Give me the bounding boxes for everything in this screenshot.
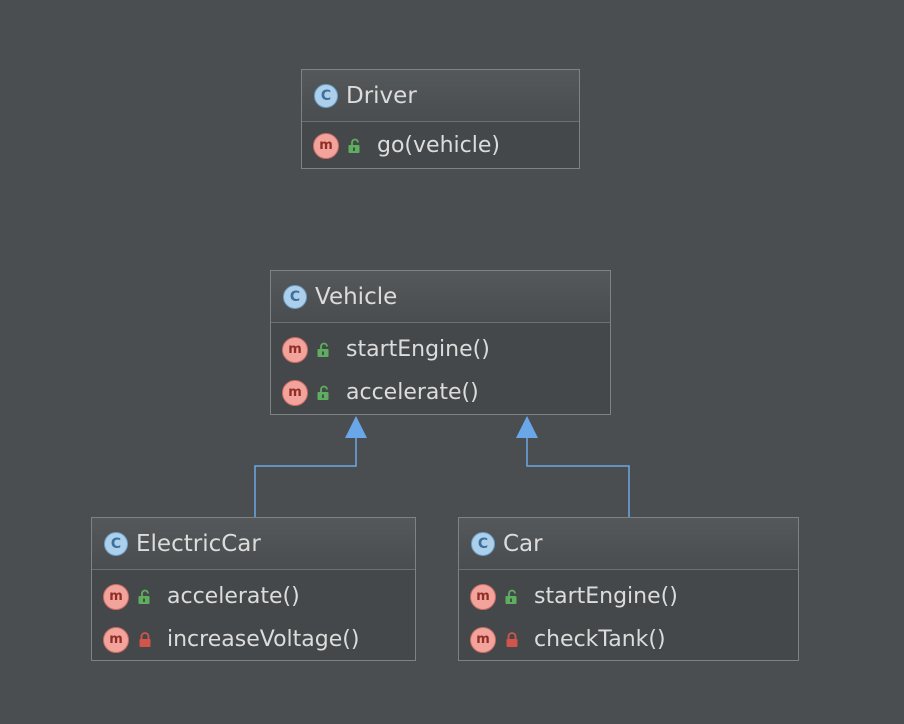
lock-icon [135,630,155,650]
unlock-icon [314,340,334,360]
method-icon: m [103,583,129,610]
method-row[interactable]: m go(vehicle) [302,124,579,167]
method-row[interactable]: m startEngine() [459,575,798,618]
inheritance-arrowhead [516,416,538,438]
method-label: go(vehicle) [377,133,500,158]
class-header: C Vehicle [271,271,610,323]
class-icon: C [104,531,128,556]
method-label: startEngine() [346,337,490,362]
class-icon: C [471,531,495,556]
class-icon: C [283,284,307,309]
method-icon: m [103,626,129,653]
unlock-icon [502,587,522,607]
unlock-icon [314,383,334,403]
class-header: C Car [459,518,798,570]
edge-car-to-vehicle [516,416,630,517]
method-label: checkTank() [534,627,666,652]
method-icon: m [470,626,496,653]
method-list: m startEngine() m checkTank() [459,570,798,661]
class-icon: C [314,83,338,108]
uml-class-diagram: C Driver m go(vehicle) C Vehicle m start… [0,0,904,724]
class-header: C Driver [302,70,579,122]
method-label: accelerate() [346,380,479,405]
method-icon: m [282,379,308,406]
method-row[interactable]: m accelerate() [271,371,610,414]
unlock-icon [135,587,155,607]
method-row[interactable]: m accelerate() [92,575,415,618]
method-row[interactable]: m increaseVoltage() [92,618,415,661]
class-driver[interactable]: C Driver m go(vehicle) [301,69,580,169]
method-list: m startEngine() m accelerate() [271,323,610,414]
class-name: ElectricCar [136,530,261,557]
lock-icon [502,630,522,650]
method-label: startEngine() [534,584,678,609]
class-vehicle[interactable]: C Vehicle m startEngine() m accelerate() [270,270,611,415]
unlock-icon [345,136,365,156]
method-icon: m [282,336,308,363]
class-header: C ElectricCar [92,518,415,570]
class-car[interactable]: C Car m startEngine() m checkTank() [458,517,799,661]
method-list: m go(vehicle) [302,122,579,167]
method-label: accelerate() [167,584,300,609]
class-electriccar[interactable]: C ElectricCar m accelerate() m increaseV… [91,517,416,661]
method-row[interactable]: m checkTank() [459,618,798,661]
method-list: m accelerate() m increaseVoltage() [92,570,415,661]
method-icon: m [313,132,339,159]
method-row[interactable]: m startEngine() [271,328,610,371]
method-label: increaseVoltage() [167,627,360,652]
inheritance-arrowhead [345,416,367,438]
edge-electriccar-to-vehicle [254,416,367,517]
method-icon: m [470,583,496,610]
class-name: Vehicle [315,283,398,310]
class-name: Driver [346,82,417,109]
class-name: Car [503,530,543,557]
